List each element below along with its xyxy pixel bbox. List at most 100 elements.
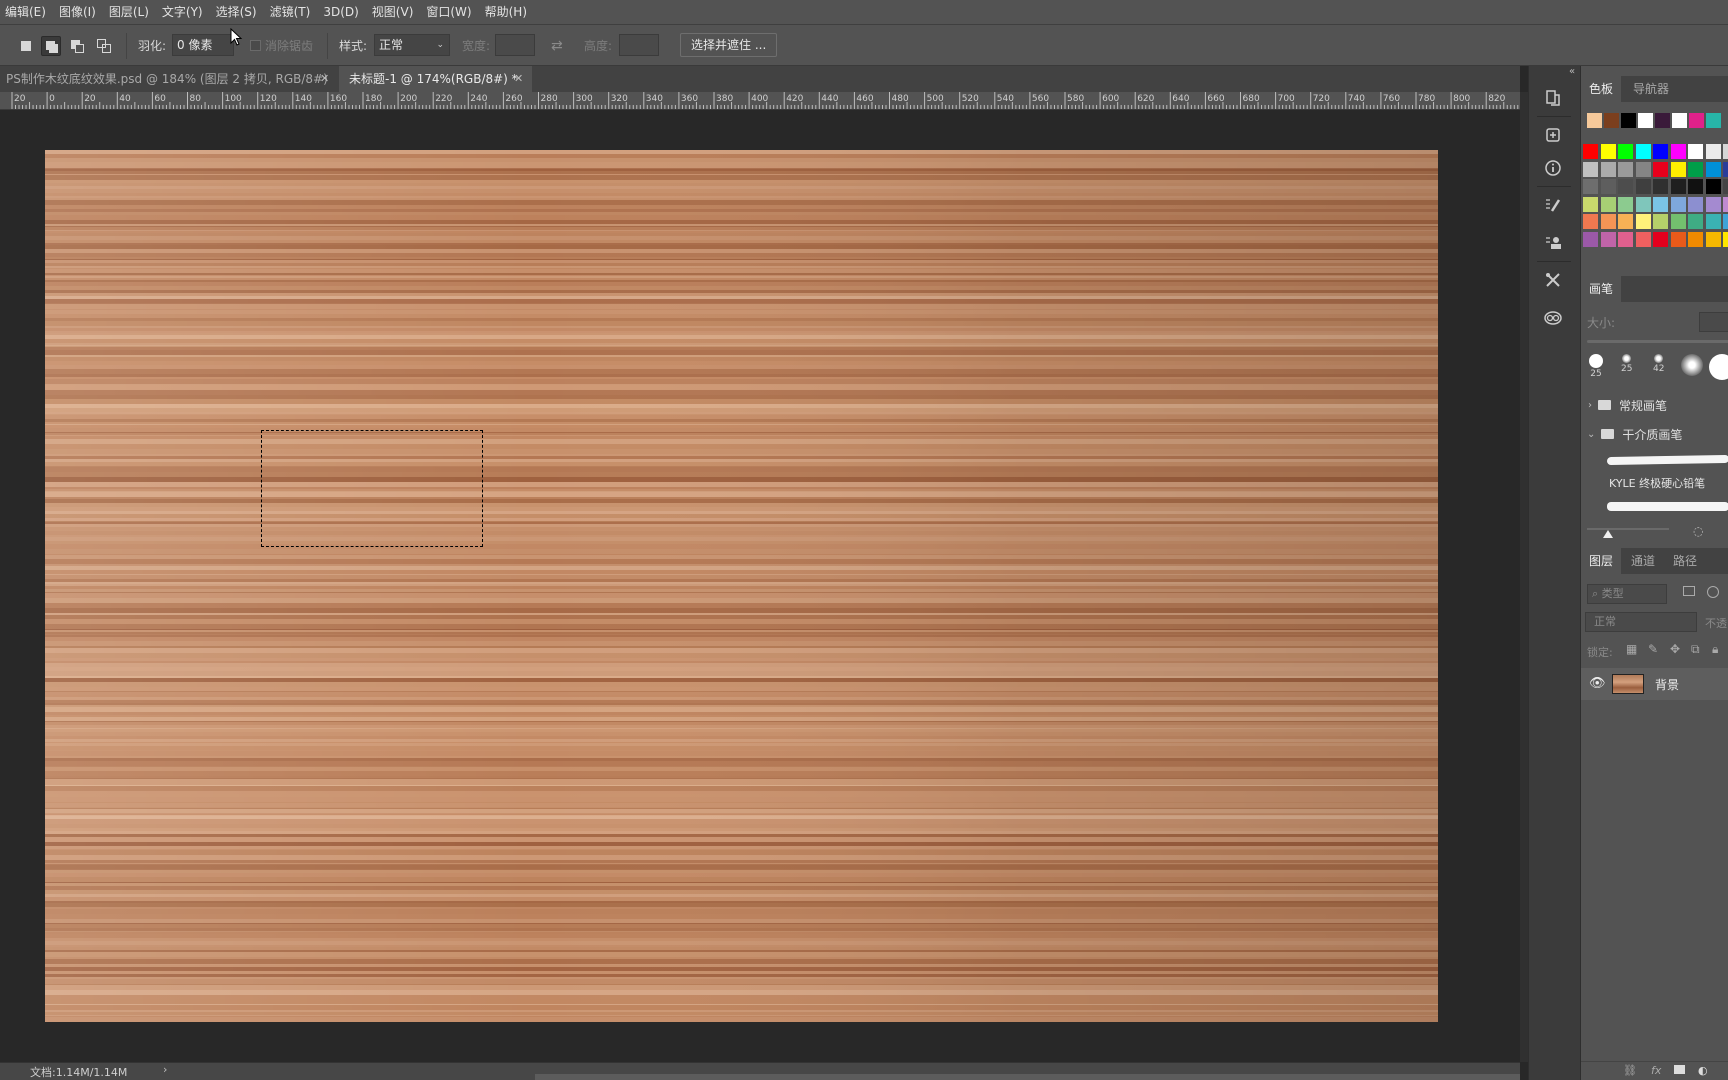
color-swatch[interactable] xyxy=(1583,179,1598,195)
color-swatch[interactable] xyxy=(1723,196,1728,212)
menu-type[interactable]: 文字(Y) xyxy=(157,0,211,24)
recent-swatch[interactable] xyxy=(1672,113,1687,128)
brush-preview-slider[interactable] xyxy=(1587,528,1669,530)
recent-swatch[interactable] xyxy=(1638,113,1653,128)
color-swatch[interactable] xyxy=(1653,232,1668,247)
tab-paths[interactable]: 路径 xyxy=(1665,548,1705,574)
height-input[interactable] xyxy=(619,34,659,56)
recent-swatch[interactable] xyxy=(1604,113,1619,128)
menu-help[interactable]: 帮助(H) xyxy=(480,0,535,24)
lock-all-icon[interactable]: 🔒︎ xyxy=(1712,642,1718,657)
lock-transparent-icon[interactable]: ▦ xyxy=(1626,642,1637,656)
info-icon[interactable] xyxy=(1541,156,1565,180)
fx-icon[interactable]: fx xyxy=(1651,1064,1661,1077)
layer-row-background[interactable]: 👁︎ 背景 xyxy=(1581,668,1728,700)
add-selection-button[interactable] xyxy=(41,25,61,66)
color-swatch[interactable] xyxy=(1600,196,1616,212)
horizontal-scrollbar[interactable] xyxy=(535,1074,1520,1080)
color-swatch[interactable] xyxy=(1583,232,1598,247)
tools-preset-icon[interactable] xyxy=(1541,268,1565,292)
color-swatch[interactable] xyxy=(1705,179,1721,195)
color-swatch[interactable] xyxy=(1618,232,1633,247)
menu-layer[interactable]: 图层(L) xyxy=(104,0,157,24)
brush-tip-preset[interactable]: 42 xyxy=(1653,354,1664,374)
lock-pixels-icon[interactable]: ✎ xyxy=(1648,642,1658,656)
menu-view[interactable]: 视图(V) xyxy=(367,0,422,24)
color-swatch[interactable] xyxy=(1653,144,1668,159)
brush-settings-icon[interactable] xyxy=(1541,193,1565,217)
brush-preset-name[interactable]: KYLE 终极硬心铅笔 xyxy=(1609,475,1705,491)
color-swatch[interactable] xyxy=(1600,232,1616,247)
brush-group-dry-media[interactable]: ⌄ 干介质画笔 xyxy=(1581,422,1728,446)
subtract-selection-button[interactable] xyxy=(67,25,87,66)
color-swatch[interactable] xyxy=(1705,161,1721,177)
color-swatch[interactable] xyxy=(1583,214,1598,230)
close-tab-icon[interactable]: ✕ xyxy=(320,66,329,92)
collapse-panels-icon[interactable]: « xyxy=(1569,66,1575,77)
clone-source-icon[interactable] xyxy=(1541,231,1565,255)
color-swatch[interactable] xyxy=(1583,161,1598,177)
adjustment-icon[interactable]: ◐ xyxy=(1698,1064,1708,1077)
libraries-icon[interactable] xyxy=(1541,306,1565,330)
tab-brushes[interactable]: 画笔 xyxy=(1581,276,1622,302)
color-swatch[interactable] xyxy=(1688,232,1703,247)
tab-untitled-1[interactable]: 未标题-1 @ 174%(RGB/8#) * xyxy=(339,66,532,92)
color-swatch[interactable] xyxy=(1583,196,1598,212)
blend-mode-select[interactable]: 正常 xyxy=(1585,612,1697,632)
color-swatch[interactable] xyxy=(1688,144,1703,159)
vertical-scrollbar[interactable] xyxy=(1520,92,1528,1062)
color-swatch[interactable] xyxy=(1618,179,1633,195)
color-swatch[interactable] xyxy=(1723,161,1728,177)
image-filter-icon[interactable] xyxy=(1683,586,1695,596)
brush-tip-preset[interactable]: 25 xyxy=(1589,354,1603,379)
color-swatch[interactable] xyxy=(1583,144,1598,159)
color-swatch[interactable] xyxy=(1600,214,1616,230)
menu-filter[interactable]: 滤镜(T) xyxy=(265,0,319,24)
color-swatch[interactable] xyxy=(1723,232,1728,247)
antialias-checkbox[interactable]: 消除锯齿 xyxy=(250,25,313,66)
color-swatch[interactable] xyxy=(1723,179,1728,195)
color-swatch[interactable] xyxy=(1705,196,1721,212)
color-swatch[interactable] xyxy=(1723,144,1728,159)
tab-channels[interactable]: 通道 xyxy=(1623,548,1663,574)
color-swatch[interactable] xyxy=(1670,232,1686,247)
color-swatch[interactable] xyxy=(1670,196,1686,212)
color-swatch[interactable] xyxy=(1670,144,1686,159)
marquee-selection[interactable] xyxy=(261,430,483,547)
color-swatch[interactable] xyxy=(1635,196,1651,212)
color-swatch[interactable] xyxy=(1723,214,1728,230)
status-menu-arrow[interactable]: › xyxy=(163,1063,167,1076)
brush-stroke-preview[interactable] xyxy=(1607,502,1728,511)
document-canvas[interactable] xyxy=(45,150,1438,1022)
recent-swatch[interactable] xyxy=(1621,113,1636,128)
recent-swatch[interactable] xyxy=(1655,113,1670,128)
tab-navigator[interactable]: 导航器 xyxy=(1625,76,1677,102)
tab-layers[interactable]: 图层 xyxy=(1581,548,1622,574)
brush-stroke-preview[interactable] xyxy=(1607,454,1728,466)
intersect-selection-button[interactable] xyxy=(94,25,114,66)
color-swatch[interactable] xyxy=(1618,144,1633,159)
color-swatch[interactable] xyxy=(1618,214,1633,230)
horizontal-ruler[interactable]: 20 0 20 40 60 80 100 120 140 160 180 200 220 240 260 28… xyxy=(0,92,1520,110)
brush-group-general[interactable]: › 常规画笔 xyxy=(1581,393,1728,417)
menu-edit[interactable]: 编辑(E) xyxy=(0,0,54,24)
brush-tip-preset[interactable] xyxy=(1709,354,1728,381)
menu-3d[interactable]: 3D(D) xyxy=(318,0,366,24)
new-selection-button[interactable] xyxy=(16,25,36,66)
style-select[interactable]: 正常 ⌄ xyxy=(374,34,450,56)
layer-filter-input[interactable]: ⌕ 类型 xyxy=(1587,584,1667,604)
color-swatch[interactable] xyxy=(1688,196,1703,212)
menu-select[interactable]: 选择(S) xyxy=(211,0,265,24)
tab-swatches[interactable]: 色板 xyxy=(1581,76,1622,102)
color-swatch[interactable] xyxy=(1635,144,1651,159)
color-swatch[interactable] xyxy=(1635,214,1651,230)
adjustment-filter-icon[interactable] xyxy=(1707,586,1719,598)
tab-wood-texture-psd[interactable]: PS制作木纹底纹效果.psd @ 184% (图层 2 拷贝, RGB/8#) xyxy=(0,66,336,92)
color-swatch[interactable] xyxy=(1670,214,1686,230)
brush-size-slider[interactable] xyxy=(1587,340,1728,343)
lock-artboard-icon[interactable]: ⧉ xyxy=(1691,642,1700,657)
color-swatch[interactable] xyxy=(1653,214,1668,230)
color-swatch[interactable] xyxy=(1600,161,1616,177)
swap-dimensions-icon[interactable]: ⇄ xyxy=(551,25,563,66)
visibility-eye-icon[interactable]: 👁︎ xyxy=(1589,676,1606,691)
